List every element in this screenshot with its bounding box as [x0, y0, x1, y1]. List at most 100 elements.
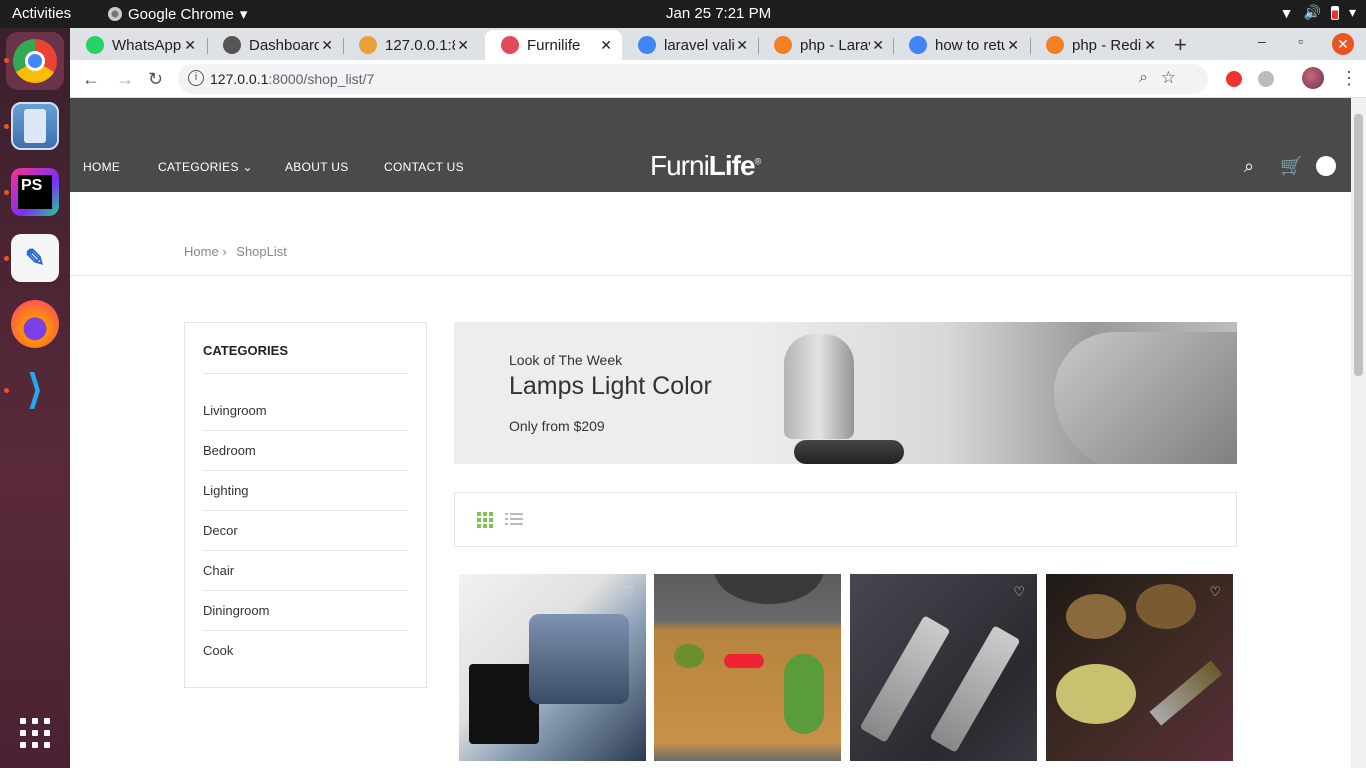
app-menu[interactable]: Google Chrome ▾	[108, 5, 247, 23]
category-item[interactable]: Cook	[203, 631, 408, 671]
chrome-dock-icon[interactable]	[6, 32, 64, 90]
firefox-icon[interactable]	[11, 300, 59, 348]
breadcrumb-current: ShopList	[236, 244, 287, 259]
vscode-icon[interactable]: ⟩	[11, 366, 59, 414]
promo-banner[interactable]: Look of The Week Lamps Light Color Only …	[454, 322, 1237, 464]
tab-separator	[758, 38, 759, 54]
maximize-button[interactable]: ▫	[1298, 33, 1303, 49]
tab-title: php - Larav	[800, 36, 870, 54]
product-card[interactable]: ♡	[1046, 574, 1233, 761]
tab-title: php - Redir	[1072, 36, 1142, 54]
search-icon[interactable]: ⌕	[1244, 156, 1254, 177]
product-card[interactable]	[654, 574, 841, 761]
tab-separator	[207, 38, 208, 54]
chevron-down-icon: ▾	[239, 6, 248, 23]
product-pan-shape	[714, 574, 824, 604]
zoom-icon[interactable]: ⌕	[1139, 69, 1148, 87]
close-tab-icon[interactable]: ✕	[736, 37, 748, 54]
nav-home[interactable]: HOME	[83, 160, 120, 174]
tab-title: 127.0.0.1:8	[385, 36, 455, 54]
browser-tab[interactable]: php - Larav ✕	[758, 30, 894, 60]
browser-tab[interactable]: how to retu ✕	[893, 30, 1029, 60]
category-item[interactable]: Lighting	[203, 471, 408, 511]
banner-lamp-shape	[784, 334, 854, 439]
category-item[interactable]: Diningroom	[203, 591, 408, 631]
wishlist-heart-icon[interactable]: ♡	[1209, 584, 1221, 600]
nav-categories[interactable]: CATEGORIES ⌄	[158, 160, 253, 174]
category-item[interactable]: Decor	[203, 511, 408, 551]
address-bar[interactable]: i 127.0.0.1:8000/shop_list/7 ⌕ ☆	[178, 64, 1208, 94]
breadcrumb-separator: ›	[222, 244, 227, 259]
user-account-icon[interactable]	[1316, 156, 1336, 176]
dock: PS ✎ ⟩	[0, 28, 70, 768]
close-tab-icon[interactable]: ✕	[1007, 37, 1019, 54]
product-peeler-shape	[1149, 660, 1223, 726]
close-tab-icon[interactable]: ✕	[600, 37, 612, 54]
product-avocado-shape	[674, 644, 704, 668]
divider	[203, 373, 408, 374]
nav-contact[interactable]: CONTACT US	[384, 160, 464, 174]
text-editor-icon[interactable]: ✎	[11, 234, 59, 282]
browser-tab[interactable]: Dashboard ✕	[207, 30, 343, 60]
new-tab-button[interactable]: +	[1174, 32, 1187, 58]
tab-separator	[893, 38, 894, 54]
extension-icon[interactable]	[1258, 71, 1274, 87]
product-card[interactable]: ♡	[850, 574, 1037, 761]
clock[interactable]: Jan 25 7:21 PM	[666, 5, 771, 22]
phpstorm-icon[interactable]: PS	[11, 168, 59, 216]
show-applications-icon[interactable]	[20, 718, 50, 748]
breadcrumb: Home › ShopList	[184, 244, 287, 259]
close-tab-icon[interactable]: ✕	[457, 37, 469, 54]
product-potato-shape	[1066, 594, 1126, 639]
scrollbar-thumb[interactable]	[1354, 114, 1363, 376]
sidebar-title: CATEGORIES	[203, 343, 288, 358]
info-icon[interactable]: i	[188, 70, 204, 86]
profile-avatar[interactable]	[1302, 67, 1324, 89]
bookmark-star-icon[interactable]: ☆	[1161, 68, 1176, 88]
breadcrumb-home[interactable]: Home	[184, 244, 219, 259]
browser-tab[interactable]: php - Redir ✕	[1030, 30, 1166, 60]
tab-separator	[1030, 38, 1031, 54]
url-host: 127.0.0.1	[210, 71, 269, 87]
list-view-icon[interactable]	[505, 511, 523, 527]
category-item[interactable]: Chair	[203, 551, 408, 591]
close-tab-icon[interactable]: ✕	[321, 37, 333, 54]
grid-view-icon[interactable]	[477, 512, 493, 528]
files-icon[interactable]	[11, 102, 59, 150]
reload-button[interactable]: ↻	[148, 69, 163, 90]
back-button[interactable]: ←	[82, 69, 100, 90]
chrome-icon	[108, 7, 122, 21]
browser-tab[interactable]: Furnilife ✕	[485, 30, 622, 60]
nav-about[interactable]: ABOUT US	[285, 160, 349, 174]
battery-icon	[1330, 5, 1339, 20]
forward-button[interactable]: →	[116, 69, 134, 90]
product-potato-shape	[1136, 584, 1196, 629]
category-item[interactable]: Livingroom	[203, 391, 408, 431]
system-tray[interactable]: ▼ 🔊 ▾	[1280, 4, 1356, 21]
menu-kebab-icon[interactable]: ⋮	[1340, 68, 1358, 89]
wishlist-heart-icon[interactable]: ♡	[622, 584, 634, 600]
browser-tab[interactable]: WhatsApp ✕	[70, 30, 206, 60]
logo-mark: ®	[754, 156, 762, 167]
activities-button[interactable]: Activities	[12, 5, 71, 22]
cart-icon[interactable]: 🛒	[1280, 156, 1302, 177]
category-item[interactable]: Bedroom	[203, 431, 408, 471]
product-card[interactable]: ♡	[459, 574, 646, 761]
page-scrollbar[interactable]	[1351, 98, 1366, 768]
browser-tab[interactable]: laravel valid✕	[622, 30, 758, 60]
close-tab-icon[interactable]: ✕	[184, 37, 196, 54]
close-tab-icon[interactable]: ✕	[872, 37, 884, 54]
running-indicator	[4, 388, 9, 393]
running-indicator	[4, 190, 9, 195]
site-logo[interactable]: FurniLife®	[650, 150, 762, 182]
wishlist-heart-icon[interactable]: ♡	[1013, 584, 1025, 600]
banner-title: Lamps Light Color	[509, 372, 712, 400]
tab-title: Furnilife	[527, 36, 581, 54]
close-tab-icon[interactable]: ✕	[1144, 37, 1156, 54]
close-window-button[interactable]: ✕	[1332, 33, 1354, 55]
minimize-button[interactable]: –	[1258, 33, 1266, 49]
extension-icon[interactable]	[1226, 71, 1242, 87]
divider	[70, 275, 1351, 276]
browser-tab[interactable]: 127.0.0.1:8 ✕	[343, 30, 479, 60]
tab-favicon-icon	[638, 36, 656, 54]
